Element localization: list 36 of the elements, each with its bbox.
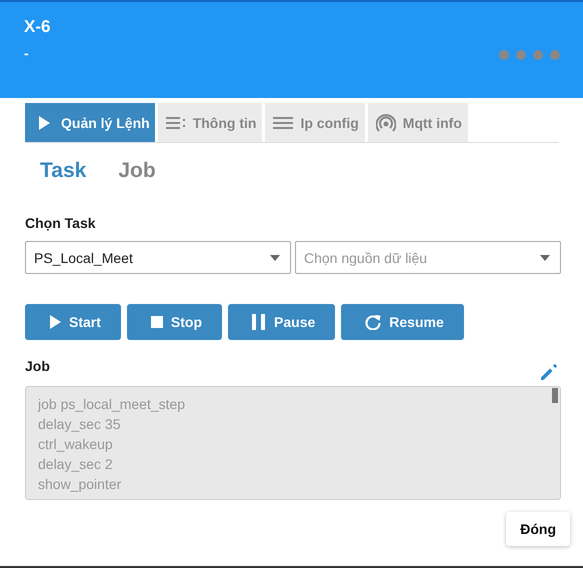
refresh-icon (365, 314, 382, 330)
job-text-area[interactable]: job ps_local_meet_step delay_sec 35 ctrl_wakeup delay_sec 2 show_pointer (25, 386, 561, 500)
caret-icon (270, 254, 280, 260)
subtitle: - (24, 45, 30, 61)
caret-icon (540, 254, 550, 260)
field-label: Chọn Task (25, 215, 97, 231)
menu-icon (273, 116, 294, 130)
sub-tab[interactable]: Job (108, 157, 166, 185)
job-line: show_pointer (38, 475, 122, 494)
task-select[interactable]: PS_Local_Meet (25, 241, 291, 274)
action-button[interactable]: Resume (341, 304, 464, 340)
action-button[interactable]: Stop (126, 304, 222, 340)
job-line: delay_sec 35 (38, 415, 121, 434)
field-label: Job (25, 358, 50, 374)
broadcast-icon (376, 112, 396, 132)
source-select[interactable]: Chọn nguồn dữ liệu (295, 241, 561, 274)
action-button[interactable]: Pause (228, 304, 336, 340)
scrollbar-thumb[interactable] (552, 388, 558, 403)
tab[interactable]: Ip config (265, 103, 365, 142)
tab[interactable]: Thông tin (158, 103, 262, 142)
list-icon (166, 116, 186, 130)
job-line: job ps_local_meet_step (38, 395, 186, 414)
tab[interactable]: Mqtt info (368, 103, 468, 142)
edit-icon[interactable] (539, 362, 559, 382)
close-button[interactable]: Đóng (506, 512, 570, 546)
pause-icon (252, 314, 266, 330)
sub-tab[interactable]: Task (30, 157, 96, 185)
play-icon (49, 315, 61, 329)
action-button[interactable]: Start (25, 304, 121, 340)
play-icon (37, 114, 51, 130)
job-line: ctrl_wakeup (38, 435, 113, 454)
stop-icon (150, 316, 163, 328)
window-title: X-6 (24, 17, 50, 37)
job-line: delay_sec 2 (38, 455, 113, 474)
tab[interactable]: Quản lý Lệnh (25, 103, 155, 142)
dots-icon (498, 49, 562, 61)
